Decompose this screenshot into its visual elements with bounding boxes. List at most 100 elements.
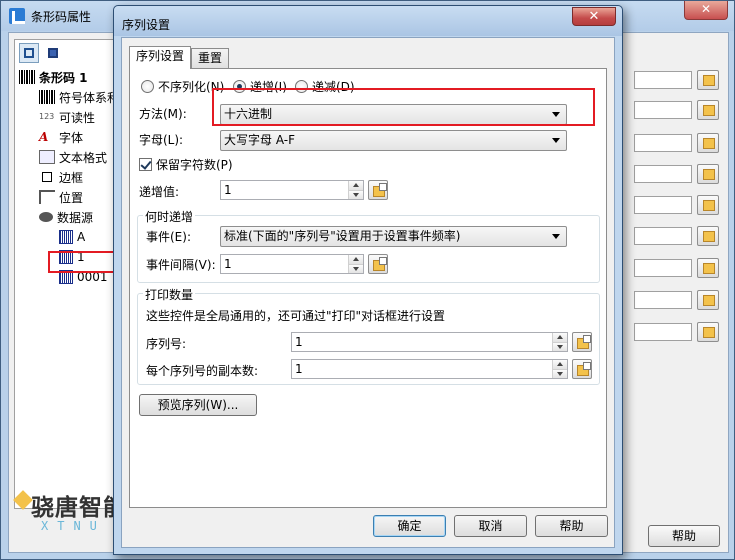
property-edit-button[interactable] bbox=[697, 100, 719, 120]
list-view-button[interactable] bbox=[43, 43, 63, 63]
property-edit-button[interactable] bbox=[697, 258, 719, 278]
tree-item-label: 可读性 bbox=[59, 110, 96, 125]
letter-select[interactable]: 大写字母 A-F bbox=[220, 130, 567, 151]
property-edit-button[interactable] bbox=[697, 133, 719, 153]
property-tree-panel: 条形码 1 符号体系和 123 可读性 A 字体 文本格式 边框 位置 数据源 … bbox=[14, 39, 129, 509]
property-edit-button[interactable] bbox=[697, 226, 719, 246]
interval-input[interactable]: 1 bbox=[220, 254, 364, 274]
copies-edit-button[interactable] bbox=[572, 359, 592, 379]
tree-item-label: 符号体系和 bbox=[59, 90, 120, 105]
copies-label: 每个序列号的副本数: bbox=[146, 364, 259, 378]
tree-toolbar bbox=[19, 43, 63, 65]
copies-spinner[interactable] bbox=[552, 360, 567, 378]
spin-up-icon[interactable] bbox=[553, 333, 567, 342]
event-select-value: 标准(下面的"序列号"设置用于设置事件频率) bbox=[224, 229, 461, 243]
property-edit-button[interactable] bbox=[697, 322, 719, 342]
help-button[interactable]: 帮助 bbox=[535, 515, 608, 537]
property-field[interactable] bbox=[634, 71, 692, 89]
preview-sequence-button[interactable]: 预览序列(W)... bbox=[139, 394, 257, 416]
increment-input[interactable]: 1 bbox=[220, 180, 364, 200]
keep-chars-label[interactable]: 保留字符数(P) bbox=[156, 156, 233, 173]
interval-edit-button[interactable] bbox=[368, 254, 388, 274]
increment-spinner[interactable] bbox=[348, 181, 363, 199]
keep-chars-checkbox[interactable] bbox=[139, 158, 152, 171]
spin-down-icon[interactable] bbox=[349, 264, 363, 273]
property-field[interactable] bbox=[634, 259, 692, 277]
radio-no-serialize[interactable] bbox=[141, 80, 154, 93]
print-quantity-description: 这些控件是全局通用的，还可通过"打印"对话框进行设置 bbox=[146, 309, 446, 323]
spin-down-icon[interactable] bbox=[553, 369, 567, 378]
tree-item-data-a[interactable]: A bbox=[59, 228, 85, 246]
barcode-icon bbox=[19, 70, 35, 84]
property-edit-button[interactable] bbox=[697, 290, 719, 310]
when-increment-title: 何时递增 bbox=[143, 208, 196, 225]
interval-label: 事件间隔(V): bbox=[146, 258, 216, 272]
property-field[interactable] bbox=[634, 134, 692, 152]
datasource-icon bbox=[39, 212, 53, 222]
tree-item-font[interactable]: A 字体 bbox=[39, 128, 83, 146]
copies-input[interactable]: 1 bbox=[291, 359, 568, 379]
tree-root-barcode[interactable]: 条形码 1 bbox=[19, 68, 88, 86]
tree-item-position[interactable]: 位置 bbox=[39, 188, 83, 206]
interval-spinner[interactable] bbox=[348, 255, 363, 273]
spin-down-icon[interactable] bbox=[553, 342, 567, 351]
app-icon bbox=[9, 8, 25, 24]
tree-item-text-format[interactable]: 文本格式 bbox=[39, 148, 107, 166]
method-highlight-box bbox=[212, 88, 595, 126]
tree-root-label: 条形码 1 bbox=[39, 70, 88, 85]
tree-item-label: 位置 bbox=[59, 190, 84, 205]
property-field[interactable] bbox=[634, 323, 692, 341]
serial-number-input-value: 1 bbox=[295, 335, 303, 349]
property-field[interactable] bbox=[634, 291, 692, 309]
list-view-icon bbox=[48, 48, 58, 58]
chevron-down-icon bbox=[552, 234, 560, 239]
property-edit-button[interactable] bbox=[697, 195, 719, 215]
property-edit-button[interactable] bbox=[697, 70, 719, 90]
tree-item-label: 数据源 bbox=[57, 210, 94, 225]
tab-strip: 序列设置 重置 bbox=[129, 46, 230, 69]
event-select[interactable]: 标准(下面的"序列号"设置用于设置事件频率) bbox=[220, 226, 567, 247]
serial-number-edit-button[interactable] bbox=[572, 332, 592, 352]
increment-input-value: 1 bbox=[224, 183, 232, 197]
tab-serial-settings[interactable]: 序列设置 bbox=[129, 46, 192, 69]
spin-up-icon[interactable] bbox=[349, 181, 363, 190]
spin-down-icon[interactable] bbox=[349, 190, 363, 199]
tree-item-readability[interactable]: 123 可读性 bbox=[39, 108, 95, 126]
property-field[interactable] bbox=[634, 196, 692, 214]
font-icon: A bbox=[39, 130, 49, 144]
property-field[interactable] bbox=[634, 227, 692, 245]
event-label: 事件(E): bbox=[146, 230, 191, 244]
tree-item-border[interactable]: 边框 bbox=[39, 168, 83, 186]
tree-view-button[interactable] bbox=[19, 43, 39, 63]
cancel-button[interactable]: 取消 bbox=[454, 515, 527, 537]
readability-icon: 123 bbox=[39, 112, 55, 121]
chevron-down-icon bbox=[552, 138, 560, 143]
tree-view-icon bbox=[24, 48, 34, 58]
property-field[interactable] bbox=[634, 165, 692, 183]
tree-item-datasource[interactable]: 数据源 bbox=[39, 208, 93, 226]
background-window-title: 条形码属性 bbox=[31, 10, 92, 24]
tree-item-symbology[interactable]: 符号体系和 bbox=[39, 88, 119, 106]
letter-label: 字母(L): bbox=[139, 133, 184, 147]
tree-item-label: A bbox=[77, 230, 86, 244]
serial-number-label: 序列号: bbox=[146, 337, 187, 351]
ok-button[interactable]: 确定 bbox=[373, 515, 446, 537]
dialog-close-button[interactable]: ✕ bbox=[572, 7, 616, 26]
tab-reset[interactable]: 重置 bbox=[191, 48, 230, 69]
watermark-subtext: XTNU bbox=[41, 519, 106, 533]
tab-panel: 不序列化(N) 递增(I) 递减(D) 方法(M): 十六进制 字母(L): 大… bbox=[129, 68, 607, 508]
spin-up-icon[interactable] bbox=[553, 360, 567, 369]
background-close-button[interactable]: ✕ bbox=[684, 1, 728, 20]
property-field[interactable] bbox=[634, 101, 692, 119]
symbology-icon bbox=[39, 90, 55, 104]
spin-up-icon[interactable] bbox=[349, 255, 363, 264]
serial-number-spinner[interactable] bbox=[552, 333, 567, 351]
tree-item-label: 文本格式 bbox=[59, 150, 108, 165]
background-help-button[interactable]: 帮助 bbox=[648, 525, 720, 547]
serial-number-input[interactable]: 1 bbox=[291, 332, 568, 352]
increment-edit-button[interactable] bbox=[368, 180, 388, 200]
border-icon bbox=[42, 172, 52, 182]
method-label: 方法(M): bbox=[139, 107, 187, 121]
position-icon bbox=[39, 190, 55, 204]
property-edit-button[interactable] bbox=[697, 164, 719, 184]
